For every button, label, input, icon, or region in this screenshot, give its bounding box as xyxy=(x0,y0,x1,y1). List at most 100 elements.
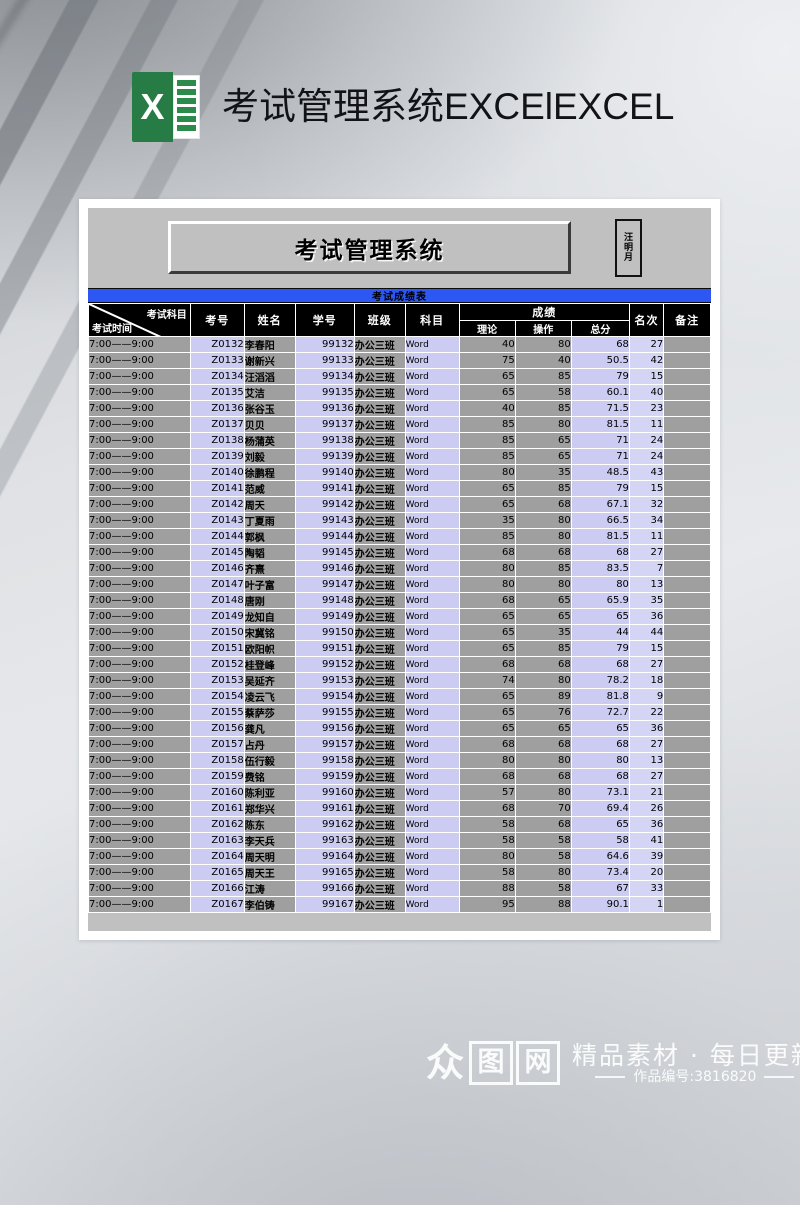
cell-subject[interactable]: Word xyxy=(404,800,460,817)
cell-class[interactable]: 办公三班 xyxy=(353,816,406,833)
cell-class[interactable]: 办公三班 xyxy=(353,656,406,673)
cell-rank[interactable]: 24 xyxy=(628,448,665,465)
cell-name[interactable]: 丁夏雨 xyxy=(243,512,296,529)
cell-subject[interactable]: Word xyxy=(404,464,460,481)
cell-note[interactable] xyxy=(663,464,711,481)
cell-name[interactable]: 范威 xyxy=(243,480,296,497)
cell-exam-no[interactable]: Z0154 xyxy=(189,688,245,705)
cell-note[interactable] xyxy=(663,336,711,353)
cell-theory[interactable]: 65 xyxy=(458,640,516,657)
cell-total[interactable]: 73.1 xyxy=(570,784,630,801)
cell-total[interactable]: 48.5 xyxy=(570,464,630,481)
cell-exam-time[interactable]: 7:00——9:00 xyxy=(88,384,191,401)
cell-student-no[interactable]: 99145 xyxy=(294,544,355,561)
cell-note[interactable] xyxy=(663,576,711,593)
cell-practice[interactable]: 80 xyxy=(514,416,572,433)
cell-exam-no[interactable]: Z0134 xyxy=(189,368,245,385)
cell-exam-no[interactable]: Z0132 xyxy=(189,336,245,353)
cell-rank[interactable]: 15 xyxy=(628,480,665,497)
cell-total[interactable]: 65 xyxy=(570,720,630,737)
table-row[interactable]: 7:00——9:00 Z0154 凌云飞 99154 办公三班 Word 65 89 81.8 9 xyxy=(88,688,711,705)
table-row[interactable]: 7:00——9:00 Z0150 宋冀铭 99150 办公三班 Word 65 35 44 44 xyxy=(88,624,711,641)
cell-note[interactable] xyxy=(663,496,711,513)
cell-total[interactable]: 83.5 xyxy=(570,560,630,577)
table-row[interactable]: 7:00——9:00 Z0147 叶子富 99147 办公三班 Word 80 80 80 13 xyxy=(88,576,711,593)
cell-class[interactable]: 办公三班 xyxy=(353,624,406,641)
cell-exam-time[interactable]: 7:00——9:00 xyxy=(88,576,191,593)
cell-rank[interactable]: 44 xyxy=(628,624,665,641)
table-row[interactable]: 7:00——9:00 Z0159 费铭 99159 办公三班 Word 68 68 68 27 xyxy=(88,768,711,785)
cell-note[interactable] xyxy=(663,784,711,801)
cell-note[interactable] xyxy=(663,864,711,881)
cell-total[interactable]: 68 xyxy=(570,336,630,353)
cell-student-no[interactable]: 99156 xyxy=(294,720,355,737)
cell-rank[interactable]: 36 xyxy=(628,816,665,833)
cell-total[interactable]: 68 xyxy=(570,544,630,561)
cell-class[interactable]: 办公三班 xyxy=(353,416,406,433)
cell-exam-no[interactable]: Z0165 xyxy=(189,864,245,881)
cell-total[interactable]: 73.4 xyxy=(570,864,630,881)
cell-practice[interactable]: 76 xyxy=(514,704,572,721)
cell-name[interactable]: 李伯铸 xyxy=(243,896,296,913)
cell-rank[interactable]: 36 xyxy=(628,720,665,737)
cell-theory[interactable]: 95 xyxy=(458,896,516,913)
cell-exam-no[interactable]: Z0136 xyxy=(189,400,245,417)
cell-exam-time[interactable]: 7:00——9:00 xyxy=(88,752,191,769)
table-row[interactable]: 7:00——9:00 Z0166 江涛 99166 办公三班 Word 88 58 67 33 xyxy=(88,880,711,897)
cell-exam-no[interactable]: Z0166 xyxy=(189,880,245,897)
cell-note[interactable] xyxy=(663,592,711,609)
cell-note[interactable] xyxy=(663,416,711,433)
cell-class[interactable]: 办公三班 xyxy=(353,464,406,481)
cell-practice[interactable]: 35 xyxy=(514,624,572,641)
cell-theory[interactable]: 68 xyxy=(458,544,516,561)
cell-student-no[interactable]: 99167 xyxy=(294,896,355,913)
cell-theory[interactable]: 58 xyxy=(458,864,516,881)
cell-rank[interactable]: 27 xyxy=(628,736,665,753)
cell-exam-no[interactable]: Z0155 xyxy=(189,704,245,721)
cell-name[interactable]: 欧阳帜 xyxy=(243,640,296,657)
table-row[interactable]: 7:00——9:00 Z0132 李春阳 99132 办公三班 Word 40 80 68 27 xyxy=(88,336,711,353)
cell-theory[interactable]: 68 xyxy=(458,656,516,673)
cell-exam-time[interactable]: 7:00——9:00 xyxy=(88,864,191,881)
cell-exam-no[interactable]: Z0142 xyxy=(189,496,245,513)
cell-practice[interactable]: 80 xyxy=(514,752,572,769)
cell-exam-no[interactable]: Z0157 xyxy=(189,736,245,753)
cell-subject[interactable]: Word xyxy=(404,352,460,369)
cell-note[interactable] xyxy=(663,528,711,545)
table-row[interactable]: 7:00——9:00 Z0144 郭枫 99144 办公三班 Word 85 80 81.5 11 xyxy=(88,528,711,545)
cell-subject[interactable]: Word xyxy=(404,336,460,353)
table-row[interactable]: 7:00——9:00 Z0148 唐刚 99148 办公三班 Word 68 65 65.9 35 xyxy=(88,592,711,609)
cell-name[interactable]: 蔡萨莎 xyxy=(243,704,296,721)
cell-subject[interactable]: Word xyxy=(404,592,460,609)
cell-total[interactable]: 65 xyxy=(570,608,630,625)
cell-note[interactable] xyxy=(663,832,711,849)
cell-class[interactable]: 办公三班 xyxy=(353,560,406,577)
cell-rank[interactable]: 20 xyxy=(628,864,665,881)
cell-student-no[interactable]: 99159 xyxy=(294,768,355,785)
cell-name[interactable]: 龙知自 xyxy=(243,608,296,625)
table-row[interactable]: 7:00——9:00 Z0158 伍行毅 99158 办公三班 Word 80 80 80 13 xyxy=(88,752,711,769)
cell-class[interactable]: 办公三班 xyxy=(353,544,406,561)
cell-exam-time[interactable]: 7:00——9:00 xyxy=(88,480,191,497)
cell-student-no[interactable]: 99148 xyxy=(294,592,355,609)
cell-rank[interactable]: 15 xyxy=(628,368,665,385)
cell-theory[interactable]: 40 xyxy=(458,336,516,353)
cell-exam-time[interactable]: 7:00——9:00 xyxy=(88,416,191,433)
cell-name[interactable]: 周天王 xyxy=(243,864,296,881)
cell-note[interactable] xyxy=(663,384,711,401)
cell-name[interactable]: 张谷玉 xyxy=(243,400,296,417)
table-row[interactable]: 7:00——9:00 Z0139 刘毅 99139 办公三班 Word 85 65 71 24 xyxy=(88,448,711,465)
cell-practice[interactable]: 80 xyxy=(514,512,572,529)
cell-name[interactable]: 唐刚 xyxy=(243,592,296,609)
cell-subject[interactable]: Word xyxy=(404,832,460,849)
cell-class[interactable]: 办公三班 xyxy=(353,640,406,657)
cell-exam-no[interactable]: Z0159 xyxy=(189,768,245,785)
cell-class[interactable]: 办公三班 xyxy=(353,704,406,721)
cell-student-no[interactable]: 99165 xyxy=(294,864,355,881)
cell-student-no[interactable]: 99132 xyxy=(294,336,355,353)
cell-class[interactable]: 办公三班 xyxy=(353,448,406,465)
cell-class[interactable]: 办公三班 xyxy=(353,496,406,513)
cell-name[interactable]: 龚凡 xyxy=(243,720,296,737)
cell-exam-no[interactable]: Z0138 xyxy=(189,432,245,449)
cell-class[interactable]: 办公三班 xyxy=(353,384,406,401)
